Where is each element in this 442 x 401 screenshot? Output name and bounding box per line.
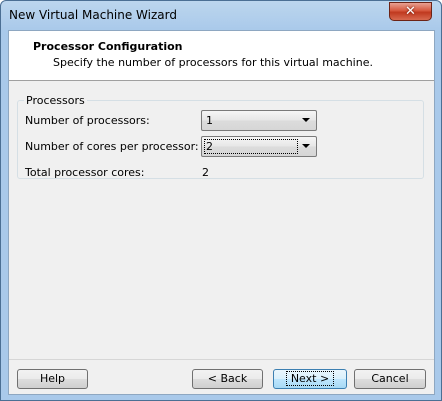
title-bar[interactable]: New Virtual Machine Wizard ✕ [1,1,441,29]
window-title: New Virtual Machine Wizard [9,8,177,22]
help-button[interactable]: Help [17,369,88,389]
num-processors-label: Number of processors: [25,114,150,127]
cores-per-processor-label: Number of cores per processor: [25,140,199,153]
footer-divider [9,359,434,360]
close-button[interactable]: ✕ [389,2,432,21]
page-subtitle: Specify the number of processors for thi… [53,56,373,69]
cancel-button[interactable]: Cancel [354,369,426,389]
wizard-window: New Virtual Machine Wizard ✕ Processor C… [0,0,442,401]
num-processors-value: 1 [206,114,213,127]
num-processors-select[interactable]: 1 [201,110,317,131]
cores-per-processor-select[interactable]: 2 [201,136,317,157]
chevron-down-icon [302,118,310,122]
back-button[interactable]: < Back [192,369,263,389]
total-cores-label: Total processor cores: [25,166,145,179]
total-cores-value: 2 [202,166,209,179]
processors-group-label: Processors [24,94,87,107]
close-icon: ✕ [405,4,416,19]
page-title: Processor Configuration [33,40,183,53]
chevron-down-icon [302,144,310,148]
wizard-body: Processor Configuration Specify the numb… [8,30,435,395]
wizard-header: Processor Configuration Specify the numb… [9,31,434,81]
next-button-label: Next > [285,371,335,386]
cores-per-processor-value: 2 [204,139,298,154]
next-button[interactable]: Next > [273,369,347,389]
